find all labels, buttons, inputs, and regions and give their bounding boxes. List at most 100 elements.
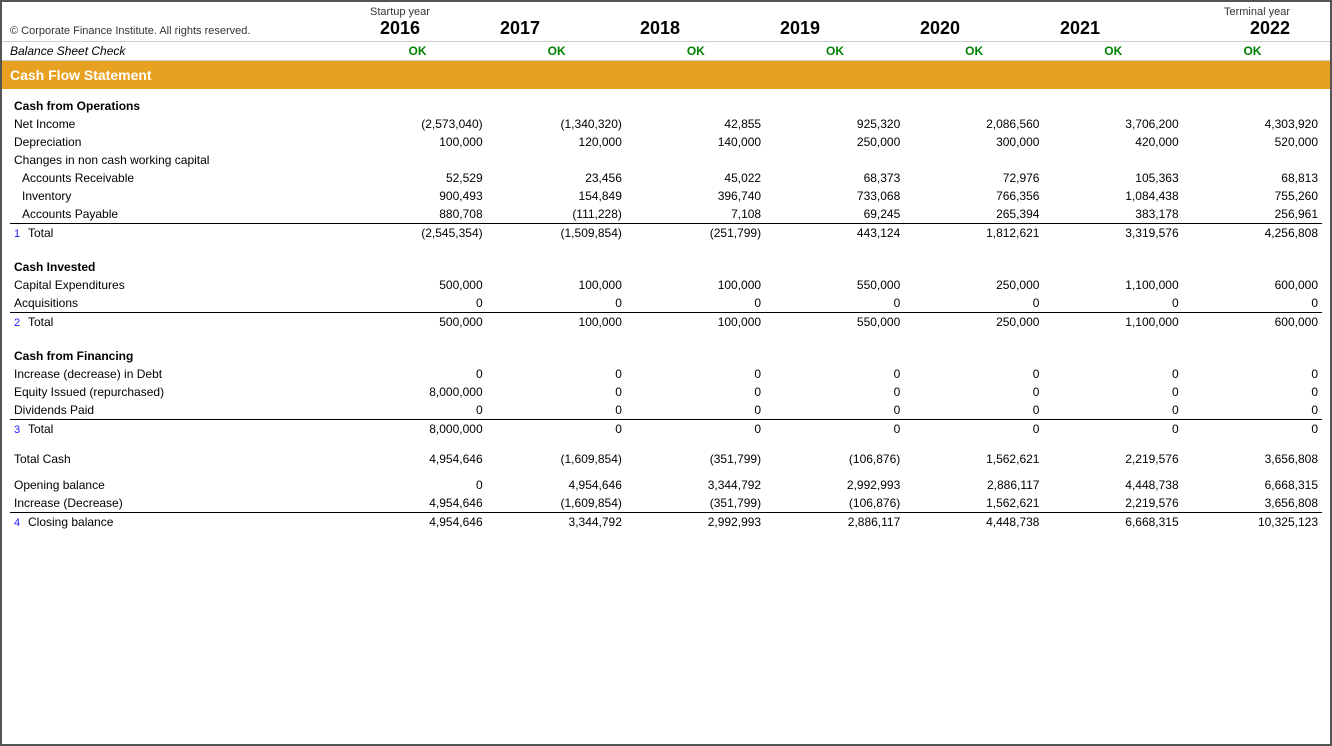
cb-2020: 4,448,738 (904, 513, 1043, 532)
inv-total-2022: 600,000 (1183, 313, 1322, 332)
inventory-row: Inventory 900,493 154,849 396,740 733,06… (10, 187, 1322, 205)
financing-label: Cash from Financing (10, 339, 347, 365)
net-income-2022: 4,303,920 (1183, 115, 1322, 133)
ap-2021: 383,178 (1043, 205, 1182, 224)
main-table-section: Cash from Operations Net Income (2,573,0… (2, 89, 1330, 531)
inv-total-2018: 100,000 (626, 313, 765, 332)
depreciation-2017: 120,000 (487, 133, 626, 151)
fin-total-2022: 0 (1183, 420, 1322, 439)
inv-2019: 733,068 (765, 187, 904, 205)
capex-2021: 1,100,000 (1043, 276, 1182, 294)
inv-2016: 900,493 (347, 187, 486, 205)
debt-2018: 0 (626, 365, 765, 383)
fin-total-2016: 8,000,000 (347, 420, 486, 439)
ob-2019: 2,992,993 (765, 476, 904, 494)
equity-label: Equity Issued (repurchased) (10, 383, 347, 401)
ob-2020: 2,886,117 (904, 476, 1043, 494)
depreciation-2016: 100,000 (347, 133, 486, 151)
tc-2018: (351,799) (626, 446, 765, 468)
capex-2019: 550,000 (765, 276, 904, 294)
total-cash-row: Total Cash 4,954,646 (1,609,854) (351,79… (10, 446, 1322, 468)
inv-total-2017: 100,000 (487, 313, 626, 332)
bsc-ok-2019: OK (765, 44, 904, 58)
ops-total-2017: (1,509,854) (487, 224, 626, 243)
capex-label: Capital Expenditures (10, 276, 347, 294)
ops-total-2016: (2,545,354) (347, 224, 486, 243)
invested-total-label: 2Total (10, 313, 347, 332)
ops-total-2020: 1,812,621 (904, 224, 1043, 243)
balance-sheet-check-label: Balance Sheet Check (10, 44, 348, 58)
equity-2020: 0 (904, 383, 1043, 401)
ar-2022: 68,813 (1183, 169, 1322, 187)
ar-2018: 45,022 (626, 169, 765, 187)
debt-2020: 0 (904, 365, 1043, 383)
ob-2017: 4,954,646 (487, 476, 626, 494)
capex-2018: 100,000 (626, 276, 765, 294)
capex-2020: 250,000 (904, 276, 1043, 294)
cash-flow-title: Cash Flow Statement (10, 67, 152, 83)
tc-2020: 1,562,621 (904, 446, 1043, 468)
inv-total-2021: 1,100,000 (1043, 313, 1182, 332)
acq-2019: 0 (765, 294, 904, 313)
bsc-ok-2022: OK (1183, 44, 1322, 58)
opening-balance-label: Opening balance (10, 476, 347, 494)
cash-from-operations-label: Cash from Operations (10, 89, 347, 115)
accounts-payable-label: Accounts Payable (10, 205, 347, 224)
tc-2017: (1,609,854) (487, 446, 626, 468)
non-cash-wc-label: Changes in non cash working capital (10, 151, 347, 169)
tc-2021: 2,219,576 (1043, 446, 1182, 468)
depreciation-row: Depreciation 100,000 120,000 140,000 250… (10, 133, 1322, 151)
depreciation-2022: 520,000 (1183, 133, 1322, 151)
depreciation-2019: 250,000 (765, 133, 904, 151)
ap-2019: 69,245 (765, 205, 904, 224)
net-income-2016: (2,573,040) (347, 115, 486, 133)
net-income-2019: 925,320 (765, 115, 904, 133)
inv-2018: 396,740 (626, 187, 765, 205)
acq-2016: 0 (347, 294, 486, 313)
dividends-label: Dividends Paid (10, 401, 347, 420)
div-2022: 0 (1183, 401, 1322, 420)
ops-total-2021: 3,319,576 (1043, 224, 1182, 243)
id-2016: 4,954,646 (347, 494, 486, 513)
inv-total-2016: 500,000 (347, 313, 486, 332)
tc-2016: 4,954,646 (347, 446, 486, 468)
equity-2022: 0 (1183, 383, 1322, 401)
year-2022: 2022 (1150, 18, 1290, 39)
year-2017: 2017 (450, 18, 590, 39)
depreciation-2020: 300,000 (904, 133, 1043, 151)
capex-row: Capital Expenditures 500,000 100,000 100… (10, 276, 1322, 294)
cash-invested-label: Cash Invested (10, 250, 347, 276)
inv-total-2019: 550,000 (765, 313, 904, 332)
depreciation-2021: 420,000 (1043, 133, 1182, 151)
ops-total-label: 1Total (10, 224, 347, 243)
copyright-text: © Corporate Finance Institute. All right… (10, 25, 350, 39)
inv-2020: 766,356 (904, 187, 1043, 205)
id-2022: 3,656,808 (1183, 494, 1322, 513)
id-2017: (1,609,854) (487, 494, 626, 513)
year-2016: 2016 (350, 18, 450, 39)
capex-2017: 100,000 (487, 276, 626, 294)
cb-2016: 4,954,646 (347, 513, 486, 532)
id-2018: (351,799) (626, 494, 765, 513)
ob-2022: 6,668,315 (1183, 476, 1322, 494)
ar-2017: 23,456 (487, 169, 626, 187)
financing-title-row: Cash from Financing (10, 339, 1322, 365)
tc-2019: (106,876) (765, 446, 904, 468)
bsc-ok-2020: OK (905, 44, 1044, 58)
capex-2016: 500,000 (347, 276, 486, 294)
div-2019: 0 (765, 401, 904, 420)
header-row: © Corporate Finance Institute. All right… (2, 2, 1330, 42)
inv-total-2020: 250,000 (904, 313, 1043, 332)
ob-2016: 0 (347, 476, 486, 494)
capex-2022: 600,000 (1183, 276, 1322, 294)
cb-2018: 2,992,993 (626, 513, 765, 532)
ops-total-2019: 443,124 (765, 224, 904, 243)
debt-2021: 0 (1043, 365, 1182, 383)
total-cash-label: Total Cash (10, 446, 347, 468)
inv-2017: 154,849 (487, 187, 626, 205)
closing-balance-row: 4Closing balance 4,954,646 3,344,792 2,9… (10, 513, 1322, 532)
acq-2018: 0 (626, 294, 765, 313)
accounts-receivable-label: Accounts Receivable (10, 169, 347, 187)
opening-balance-row: Opening balance 0 4,954,646 3,344,792 2,… (10, 476, 1322, 494)
div-2020: 0 (904, 401, 1043, 420)
